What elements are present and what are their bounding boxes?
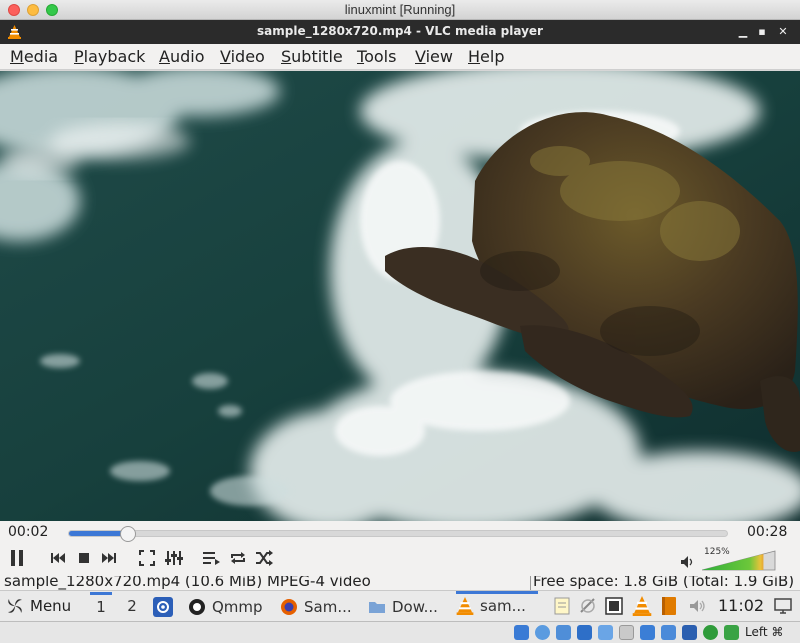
network-disconnected-icon[interactable]: [578, 596, 598, 616]
taskbar-app-qmmp[interactable]: Qmmp: [188, 594, 270, 620]
loop-icon: [231, 552, 245, 564]
menu-subtitle[interactable]: Subtitle: [281, 47, 343, 66]
taskbar-app-label: Sam...: [304, 598, 352, 616]
shuffle-icon: [256, 550, 273, 566]
network-adapter-icon[interactable]: [577, 625, 592, 640]
vlc-cone-icon: [456, 596, 474, 615]
menu-help[interactable]: Help: [468, 47, 504, 66]
menu-playback[interactable]: Playback: [74, 47, 145, 66]
workspace-2[interactable]: 2: [121, 597, 143, 615]
previous-button[interactable]: [47, 548, 69, 568]
host-key-label: Left ⌘: [745, 625, 784, 639]
qmmp-icon: [189, 599, 205, 615]
usb-icon[interactable]: [598, 625, 613, 640]
host-window-title: linuxmint [Running]: [344, 2, 456, 17]
menu-media[interactable]: Media: [10, 47, 58, 66]
speaker-icon[interactable]: [680, 555, 694, 569]
notes-tray-icon[interactable]: [552, 596, 572, 616]
stop-tray-icon[interactable]: [604, 596, 624, 616]
menu-audio[interactable]: Audio: [159, 47, 204, 66]
taskbar-app-files[interactable]: Dow...: [368, 594, 450, 620]
optical-drive-icon[interactable]: [535, 625, 550, 640]
pause-button[interactable]: [6, 548, 28, 568]
taskbar-app-vlc[interactable]: sam...: [456, 591, 538, 617]
book-tray-icon[interactable]: [659, 596, 679, 616]
guest-additions-icon[interactable]: [703, 625, 718, 640]
stop-button[interactable]: [73, 548, 95, 568]
fullscreen-button[interactable]: [136, 548, 158, 568]
video-capture-icon[interactable]: [661, 625, 676, 640]
virtualbox-statusbar: Left ⌘: [0, 621, 800, 643]
vlc-menubar: Media Playback Audio Video Subtitle Tool…: [0, 44, 800, 70]
fullscreen-icon: [139, 550, 155, 566]
vlc-close-button[interactable]: ✕: [776, 25, 790, 39]
display-icon[interactable]: [640, 625, 655, 640]
taskbar-clock[interactable]: 11:02: [718, 596, 764, 615]
free-space: Free space: 1.8 GiB (Total: 1.9 GiB): [530, 576, 794, 590]
pause-icon: [11, 550, 23, 566]
vlc-titlebar: sample_1280x720.mp4 - VLC media player ▁…: [0, 20, 800, 44]
taskbar-app-label: Dow...: [392, 598, 438, 616]
shuffle-button[interactable]: [253, 548, 275, 568]
playlist-icon: [203, 552, 220, 565]
settings-launcher-icon[interactable]: [153, 597, 173, 617]
host-titlebar: linuxmint [Running]: [0, 0, 800, 20]
taskbar-app-label: Qmmp: [212, 598, 263, 616]
skip-back-icon: [51, 553, 65, 563]
seek-handle[interactable]: [120, 526, 137, 542]
vlc-window-title: sample_1280x720.mp4 - VLC media player: [257, 24, 543, 38]
media-info: sample_1280x720.mp4 (10.6 MiB) MPEG-4 vi…: [4, 576, 371, 590]
playlist-button[interactable]: [201, 548, 223, 568]
mint-menu-icon: [8, 599, 22, 613]
skip-forward-icon: [102, 553, 116, 563]
vlc-tray-icon[interactable]: [632, 596, 652, 616]
equalizer-icon: [165, 551, 183, 565]
hard-disk-icon[interactable]: [514, 625, 529, 640]
start-menu-label: Menu: [30, 597, 72, 615]
menu-tools[interactable]: Tools: [357, 47, 396, 66]
folder-icon: [369, 602, 385, 613]
stop-icon: [79, 553, 89, 563]
seek-bar[interactable]: [68, 526, 728, 542]
video-frame[interactable]: [0, 71, 800, 521]
taskbar-app-label: sam...: [480, 596, 526, 615]
firefox-icon: [281, 599, 297, 615]
volume-tray-icon[interactable]: [688, 596, 708, 616]
menu-view[interactable]: View: [415, 47, 453, 66]
vlc-minimize-button[interactable]: ▁: [736, 25, 750, 39]
video-picture: [0, 71, 800, 521]
extended-settings-button[interactable]: [163, 548, 185, 568]
menu-video[interactable]: Video: [220, 47, 265, 66]
audio-device-icon[interactable]: [556, 625, 571, 640]
mint-taskbar: Menu 1 2 Qmmp Sam... Dow... sam... 11:02: [0, 590, 800, 621]
workspace-1[interactable]: 1: [90, 592, 112, 616]
vlc-maximize-button[interactable]: ▪: [755, 25, 769, 39]
start-menu-button[interactable]: Menu: [6, 597, 71, 615]
vlc-controls: 00:02 00:28 125%: [0, 521, 800, 576]
volume-slider[interactable]: [702, 550, 776, 571]
shared-folder-icon[interactable]: [619, 625, 634, 640]
loop-button[interactable]: [227, 548, 249, 568]
next-button[interactable]: [98, 548, 120, 568]
vlc-statusbar: sample_1280x720.mp4 (10.6 MiB) MPEG-4 vi…: [0, 576, 800, 590]
elapsed-time: 00:02: [8, 524, 49, 540]
mouse-integration-icon[interactable]: [724, 625, 739, 640]
cpu-icon[interactable]: [682, 625, 697, 640]
taskbar-app-firefox[interactable]: Sam...: [280, 594, 360, 620]
volume-control[interactable]: 125%: [680, 547, 780, 571]
network-tray-icon[interactable]: [773, 596, 793, 616]
total-time: 00:28: [747, 524, 788, 540]
